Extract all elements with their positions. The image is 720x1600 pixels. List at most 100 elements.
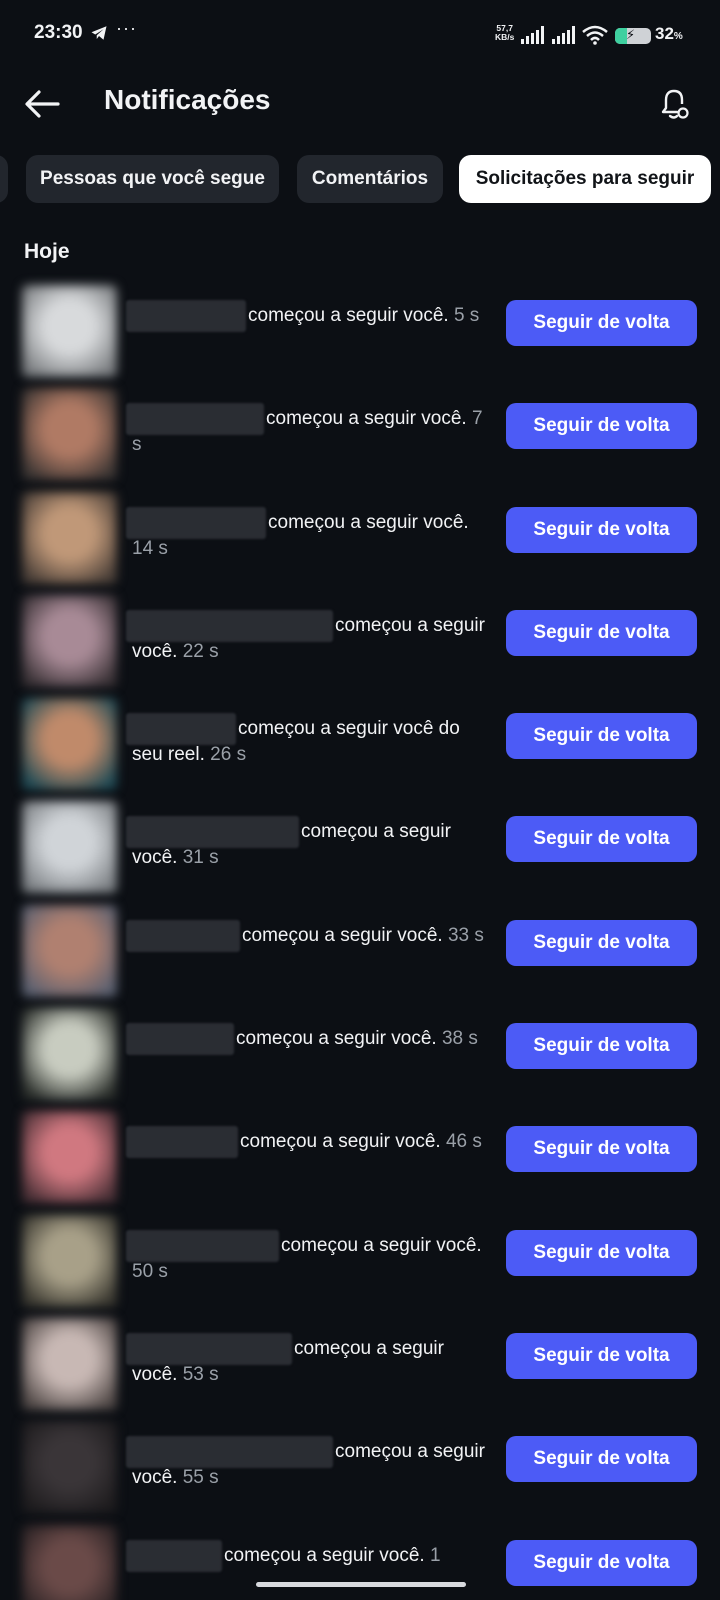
avatar[interactable] [22,1317,117,1410]
notification-settings-button[interactable] [652,82,696,126]
notification-row[interactable]: começou a seguir você. 22 s Seguir de vol… [0,594,720,698]
notification-message: começou a seguir você do seu reel. [132,718,460,766]
network-speed-unit: KB/s [495,32,515,42]
timestamp: 26 s [210,744,247,766]
notification-list: começou a seguir você. 5 s Seguir de volt… [0,285,720,1600]
notification-message: começou a seguir você. [132,1337,444,1385]
avatar[interactable] [22,698,117,791]
notification-text: começou a seguir você. 5 s [132,303,488,329]
more-notifications-icon: ··· [116,18,137,38]
avatar[interactable] [22,1421,117,1514]
timestamp: 22 s [182,640,219,662]
notification-row[interactable]: começou a seguir você. 53 s Seguir de vol… [0,1317,720,1421]
notification-row[interactable]: começou a seguir você. 55 s Seguir de vol… [0,1421,720,1524]
timestamp: 53 s [182,1363,219,1385]
avatar[interactable] [22,904,117,997]
bell-settings-icon [661,89,689,119]
notification-message: começou a seguir você. [248,305,449,326]
battery-level-fill [615,28,627,44]
timestamp: 1 [429,1544,441,1566]
notification-row[interactable]: começou a seguir você. 14 s Seguir de vol… [0,491,720,595]
notification-message: começou a seguir você. [281,1234,482,1256]
home-indicator[interactable] [256,1582,466,1587]
notification-text: começou a seguir você do seu reel. 26 s [132,716,488,768]
page-title: Notificações [104,84,271,115]
avatar[interactable] [22,1524,117,1600]
filter-chip-follow-requests[interactable]: Solicitações para seguir [459,155,711,203]
follow-back-button[interactable]: Seguir de volta [506,1332,697,1379]
battery-icon: ⚡ [615,28,651,44]
notification-text: começou a seguir você. 46 s [132,1129,488,1155]
back-button[interactable] [20,82,64,126]
follow-back-button[interactable]: Seguir de volta [506,713,697,760]
app-header: Notificações [0,70,720,150]
avatar[interactable] [22,1111,117,1204]
status-bar: 23:30 ··· 57,7 KB/s ⚡ 32% [0,0,720,70]
telegram-icon [91,26,107,40]
notification-text: começou a seguir você. 22 s [132,613,488,665]
filter-chip-following[interactable]: Pessoas que você segue [26,155,279,203]
notification-text: começou a seguir você. 38 s [132,1026,488,1052]
notification-row[interactable]: começou a seguir você. 7 s Seguir de volt… [0,388,720,491]
timestamp: 33 s [447,924,484,946]
follow-back-button[interactable]: Seguir de volta [506,403,697,450]
timestamp: 14 s [132,537,168,559]
notification-message: começou a seguir você. [240,1131,441,1153]
notification-message: começou a seguir você. [242,924,443,946]
notification-row[interactable]: começou a seguir você. 5 s Seguir de volt… [0,285,720,388]
follow-back-button[interactable]: Seguir de volta [506,506,697,553]
notification-row[interactable]: começou a seguir você do seu reel. 26 s S… [0,698,720,801]
charging-bolt-icon: ⚡ [626,28,636,42]
follow-back-button[interactable]: Seguir de volta [506,300,697,346]
notification-row[interactable]: começou a seguir você. 46 s Seguir de vol… [0,1111,720,1214]
notification-message: começou a seguir você. [236,1028,437,1050]
notification-row[interactable]: começou a seguir você. 1 Seguir de volta [0,1524,720,1600]
filter-chip-hidden[interactable] [0,155,8,203]
follow-back-button[interactable]: Seguir de volta [506,1229,697,1276]
notification-message: começou a seguir você. [266,408,467,430]
signal-icon [521,26,544,44]
avatar[interactable] [22,1008,117,1101]
notification-message: começou a seguir você. [268,511,469,533]
notification-text: começou a seguir você. 50 s [132,1233,488,1285]
notification-message: começou a seguir você. [132,821,451,869]
avatar[interactable] [22,491,117,584]
notification-row[interactable]: começou a seguir você. 50 s Seguir de vol… [0,1214,720,1318]
timestamp: 38 s [441,1028,478,1050]
notification-row[interactable]: começou a seguir você. 38 s Seguir de vol… [0,1008,720,1111]
notification-text: começou a seguir você. 1 [132,1543,488,1569]
notification-text: começou a seguir você. 14 s [132,510,488,562]
notification-text: começou a seguir você. 33 s [132,923,488,949]
timestamp: 55 s [182,1467,219,1489]
follow-back-button[interactable]: Seguir de volta [506,609,697,656]
follow-back-button[interactable]: Seguir de volta [506,919,697,966]
avatar[interactable] [22,388,117,481]
section-title-today: Hoje [24,240,70,263]
follow-back-button[interactable]: Seguir de volta [506,1539,697,1586]
battery-percent-value: 32 [655,24,674,43]
avatar[interactable] [22,801,117,894]
filter-chip-comments[interactable]: Comentários [297,155,443,203]
notification-row[interactable]: começou a seguir você. 31 s Seguir de vol… [0,801,720,904]
arrow-left-icon [25,90,60,118]
notification-text: começou a seguir você. 31 s [132,819,488,871]
notification-text: começou a seguir você. 55 s [132,1439,488,1491]
wifi-icon [582,25,608,45]
notification-text: começou a seguir você. 53 s [132,1336,488,1388]
follow-back-button[interactable]: Seguir de volta [506,1126,697,1173]
avatar[interactable] [22,594,117,687]
follow-back-button[interactable]: Seguir de volta [506,1436,697,1483]
battery-percent: 32% [655,24,683,44]
notification-message: começou a seguir você. [224,1544,425,1566]
status-time: 23:30 [34,22,83,43]
follow-back-button[interactable]: Seguir de volta [506,816,697,863]
avatar[interactable] [22,1214,117,1307]
follow-back-button[interactable]: Seguir de volta [506,1023,697,1070]
timestamp: 50 s [132,1260,168,1282]
network-speed: 57,7 KB/s [495,24,514,42]
notification-row[interactable]: começou a seguir você. 33 s Seguir de vol… [0,904,720,1008]
avatar[interactable] [22,285,117,377]
timestamp: 5 s [453,305,480,326]
timestamp: 46 s [445,1131,482,1153]
timestamp: 31 s [182,847,219,869]
